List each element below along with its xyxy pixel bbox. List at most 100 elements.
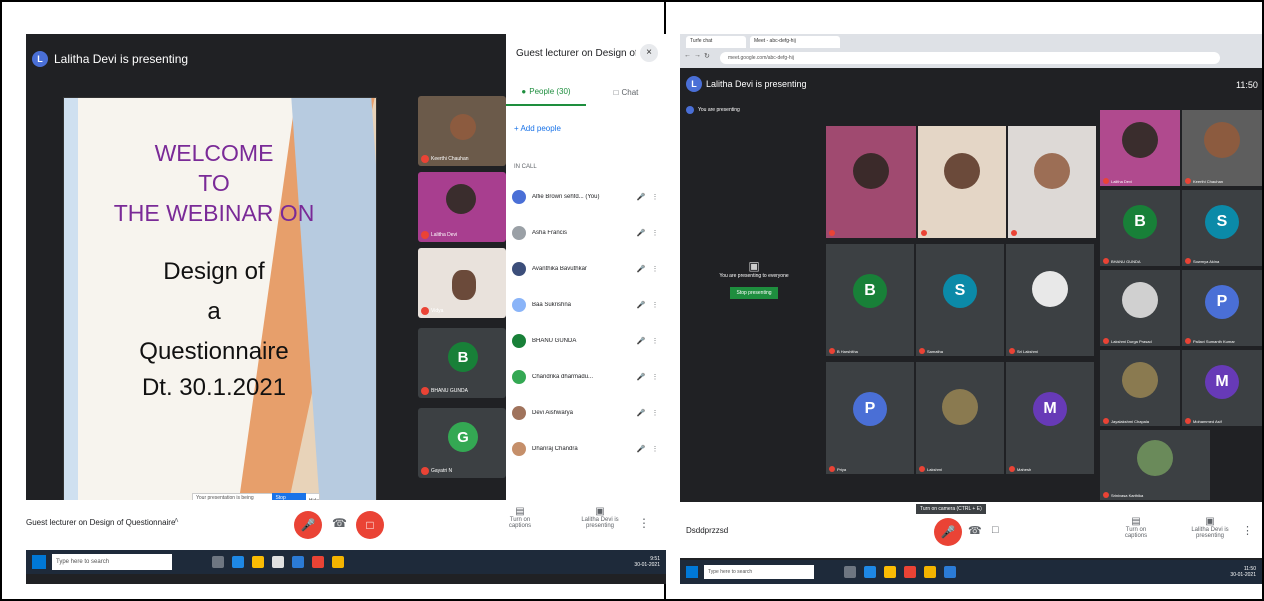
- pin-icon[interactable]: ⋮: [648, 193, 662, 201]
- mic-icon[interactable]: 🎤: [634, 337, 648, 345]
- mic-icon[interactable]: 🎤: [634, 445, 648, 453]
- more-icon[interactable]: ⋮: [648, 229, 662, 237]
- participant-tile[interactable]: M Mahesh: [1006, 362, 1094, 474]
- list-item[interactable]: BHANU GUNDA 🎤 ⋮: [512, 328, 662, 354]
- present-label: Lalitha Devi is presenting: [1191, 527, 1229, 539]
- list-item[interactable]: Avanthika Bavuthkar 🎤 ⋮: [512, 256, 662, 282]
- address-bar[interactable]: meet.google.com/abc-defg-hij: [720, 52, 1220, 64]
- task-view-icon[interactable]: [212, 556, 224, 568]
- participant-tile[interactable]: Vidya: [418, 248, 506, 318]
- participant-tile[interactable]: [918, 126, 1006, 238]
- file-explorer-icon[interactable]: [252, 556, 264, 568]
- tab-chat[interactable]: □ Chat: [586, 78, 666, 106]
- chrome-icon[interactable]: [904, 566, 916, 578]
- present-button[interactable]: ▣ Lalitha Devi is presenting: [580, 506, 620, 529]
- list-item[interactable]: Asha Francis 🎤 ⋮: [512, 220, 662, 246]
- add-people-label: Add people: [520, 124, 561, 133]
- meeting-title[interactable]: Dsddprzzsd: [686, 526, 728, 535]
- file-explorer-icon[interactable]: [884, 566, 896, 578]
- participant-tile[interactable]: M Mohammed Asif: [1182, 350, 1262, 426]
- stop-presenting-button[interactable]: Stop presenting: [730, 287, 778, 299]
- present-button[interactable]: ▣ Lalitha Devi is presenting: [1190, 516, 1230, 539]
- tab-people[interactable]: ● People (30): [506, 78, 586, 106]
- participant-tile[interactable]: B BHANU GUNDA: [418, 328, 506, 398]
- meeting-title[interactable]: Guest lecturer on Design of Questionnair…: [26, 518, 175, 527]
- participant-tile[interactable]: Lakshmi Durga Prasad: [1100, 270, 1180, 346]
- more-icon[interactable]: ⋮: [648, 445, 662, 453]
- list-item[interactable]: Baa Sukrishna 🎤 ⋮: [512, 292, 662, 318]
- more-options-icon[interactable]: ⋮: [1242, 524, 1253, 537]
- more-icon[interactable]: ⋮: [648, 301, 662, 309]
- taskbar-search-input[interactable]: Type here to search: [704, 565, 814, 579]
- hang-up-button[interactable]: ☎: [968, 524, 982, 537]
- mic-icon[interactable]: 🎤: [634, 265, 648, 273]
- more-options-icon[interactable]: ⋮: [638, 516, 650, 530]
- participant-tile[interactable]: Keerthi Chauhan: [418, 96, 506, 166]
- participant-tile[interactable]: [1008, 126, 1096, 238]
- avatar: [512, 370, 526, 384]
- mic-icon[interactable]: 🎤: [634, 373, 648, 381]
- close-icon[interactable]: ×: [640, 44, 658, 62]
- presentation-box-text: You are presenting to everyone: [719, 273, 789, 279]
- back-icon[interactable]: ←: [684, 52, 691, 59]
- mic-icon[interactable]: 🎤: [634, 409, 648, 417]
- participant-tile[interactable]: Lalitha Devi: [418, 172, 506, 242]
- presenter-header: L Lalitha Devi is presenting: [686, 76, 807, 92]
- list-item[interactable]: Dhanraj Chandra 🎤 ⋮: [512, 436, 662, 462]
- mic-icon[interactable]: 🎤: [634, 301, 648, 309]
- participant-tile[interactable]: P Priya: [826, 362, 914, 474]
- presenting-text: Lalitha Devi is presenting: [54, 52, 189, 66]
- mic-off-button[interactable]: 🎤: [294, 511, 322, 539]
- participant-tile[interactable]: Jayalakshmi Chapala: [1100, 350, 1180, 426]
- more-icon[interactable]: ⋮: [648, 409, 662, 417]
- more-icon[interactable]: ⋮: [648, 265, 662, 273]
- participant-tile[interactable]: S Samatha: [916, 244, 1004, 356]
- chrome-icon[interactable]: [312, 556, 324, 568]
- edge-icon[interactable]: [232, 556, 244, 568]
- captions-button[interactable]: ▤ Turn on captions: [500, 506, 540, 529]
- participant-photo: [1032, 270, 1068, 307]
- mic-icon[interactable]: 🎤: [634, 193, 648, 201]
- edge-icon[interactable]: [864, 566, 876, 578]
- task-view-icon[interactable]: [844, 566, 856, 578]
- mail-icon[interactable]: [944, 566, 956, 578]
- participant-tile[interactable]: Lalitha Devi: [1100, 110, 1180, 186]
- chevron-up-icon[interactable]: ˄: [174, 516, 179, 525]
- participant-tile[interactable]: G Gayatri N: [418, 408, 506, 478]
- participant-tile[interactable]: Keerthi Chauhan: [1182, 110, 1262, 186]
- hang-up-button[interactable]: ☎: [332, 516, 347, 530]
- participant-tile[interactable]: Srinivasa Karthika: [1100, 430, 1210, 500]
- camera-button[interactable]: □: [992, 524, 999, 536]
- participant-tile[interactable]: P Pallavi Sumanth Kumar: [1182, 270, 1262, 346]
- windows-start-icon[interactable]: [32, 555, 46, 569]
- more-icon[interactable]: ⋮: [648, 337, 662, 345]
- browser-tab[interactable]: Turfe chat: [686, 36, 746, 48]
- forward-icon[interactable]: →: [694, 52, 701, 59]
- participant-tile[interactable]: B B Harshitha: [826, 244, 914, 356]
- mic-icon[interactable]: 🎤: [634, 229, 648, 237]
- taskbar-search-input[interactable]: Type here to search: [52, 554, 172, 570]
- windows-start-icon[interactable]: [686, 566, 698, 578]
- mic-off-icon: [1103, 418, 1109, 424]
- list-item[interactable]: Alfie Brown sehfd... (You) 🎤 ⋮: [512, 184, 662, 210]
- mic-off-button[interactable]: 🎤: [934, 518, 962, 546]
- store-icon[interactable]: [272, 556, 284, 568]
- mail-icon[interactable]: [292, 556, 304, 568]
- more-icon[interactable]: ⋮: [648, 373, 662, 381]
- slide-body-line: a: [207, 298, 221, 325]
- participant-tile[interactable]: [826, 126, 916, 238]
- list-item[interactable]: Devi Aishwarya 🎤 ⋮: [512, 400, 662, 426]
- app-icon[interactable]: [332, 556, 344, 568]
- reload-icon[interactable]: ↻: [704, 52, 710, 60]
- add-people-button[interactable]: + Add people: [514, 124, 561, 133]
- list-item[interactable]: Chandrika dharmadu... 🎤 ⋮: [512, 364, 662, 390]
- participant-tile[interactable]: S Sowmya Akina: [1182, 190, 1262, 266]
- captions-button[interactable]: ▤ Turn on captions: [1116, 516, 1156, 539]
- participant-tile[interactable]: Sri Lakshmi: [1006, 244, 1094, 356]
- participant-avatar: M: [1205, 364, 1239, 399]
- camera-off-button[interactable]: □: [356, 511, 384, 539]
- participant-tile[interactable]: Lakshmi: [916, 362, 1004, 474]
- app-icon[interactable]: [924, 566, 936, 578]
- participant-tile[interactable]: B BHANU GUNDA: [1100, 190, 1180, 266]
- browser-tab[interactable]: Meet - abc-defg-hij: [750, 36, 840, 48]
